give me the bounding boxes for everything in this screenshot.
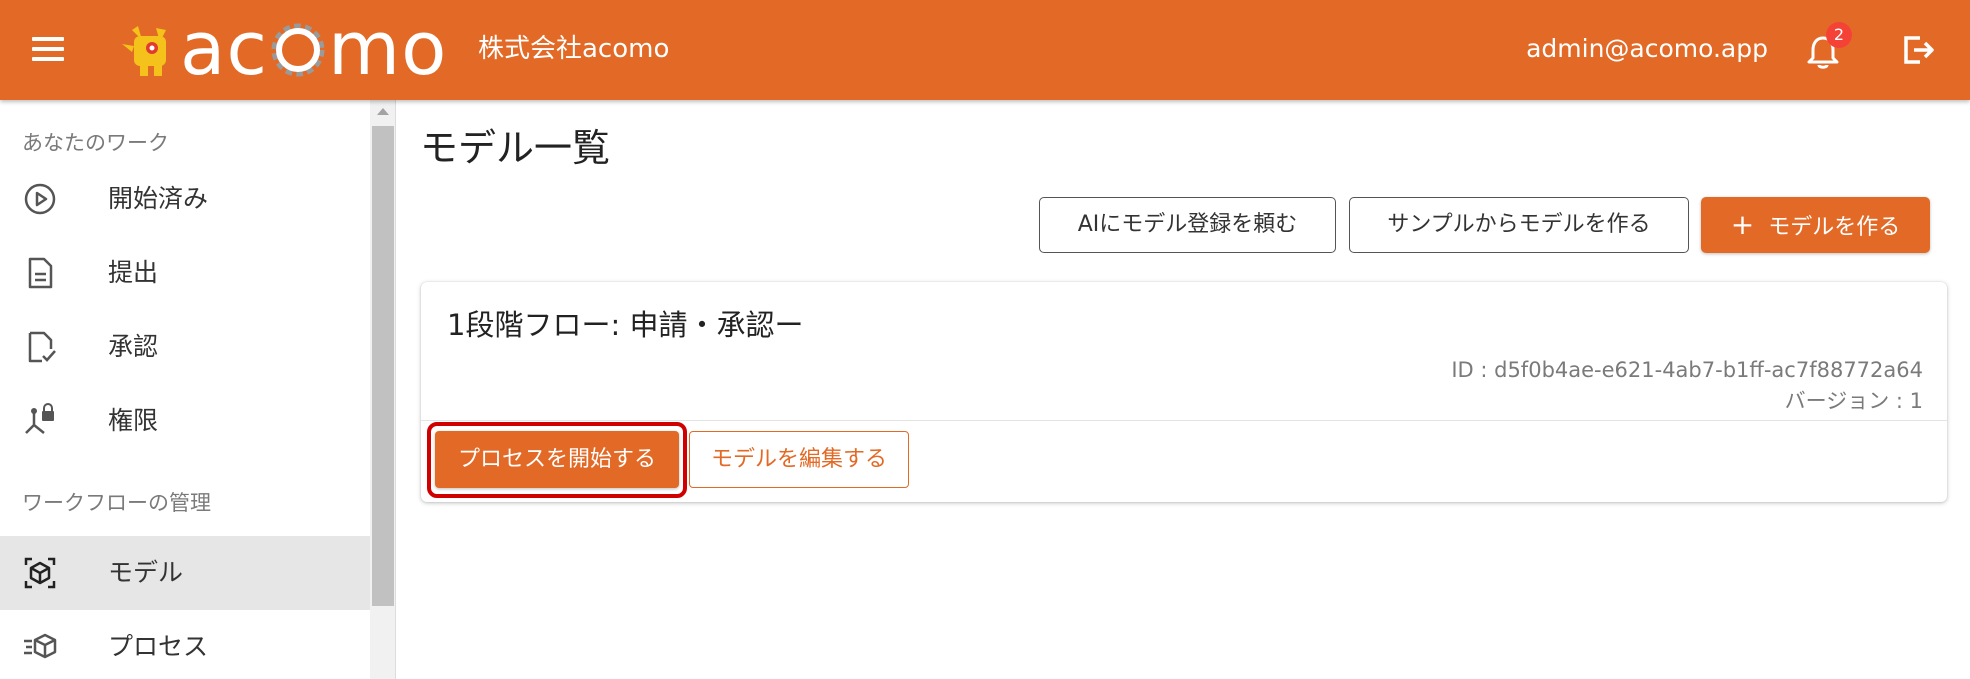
model-card-title: 1段階フロー: 申請・承認ー xyxy=(447,308,804,342)
logout-icon[interactable] xyxy=(1900,32,1936,68)
sidebar-item-started[interactable]: 開始済み xyxy=(0,162,370,236)
gear-logo-icon xyxy=(271,23,325,77)
edit-model-button[interactable]: モデルを編集する xyxy=(689,431,909,488)
logo-text-start: ac xyxy=(180,6,269,92)
sidebar-section-work: あなたのワーク xyxy=(22,131,169,155)
sidebar-item-permission[interactable]: 権限 xyxy=(0,384,370,458)
app-logo[interactable]: ac mo xyxy=(180,4,447,94)
sidebar-item-approval[interactable]: 承認 xyxy=(0,310,370,384)
sidebar: あなたのワーク 開始済み 提出 承認 権限 ワークフローの管理 モデル プロセス xyxy=(0,100,370,679)
company-name: 株式会社acomo xyxy=(478,34,670,64)
permission-lock-icon xyxy=(25,403,54,434)
model-version: バージョン : 1 xyxy=(1784,389,1923,413)
model-cube-icon xyxy=(24,557,56,589)
sidebar-item-label: 提出 xyxy=(108,258,159,287)
sidebar-item-label: プロセス xyxy=(108,632,209,661)
app-header: ac mo 株式会社acomo admin@acomo.app 2 xyxy=(0,0,1970,100)
plus-icon: + xyxy=(1730,208,1755,241)
start-process-button[interactable]: プロセスを開始する xyxy=(435,431,679,488)
sidebar-item-process[interactable]: プロセス xyxy=(0,610,370,679)
sidebar-scrollbar[interactable] xyxy=(370,100,396,679)
document-icon xyxy=(28,257,53,289)
mascot-logo-icon xyxy=(122,26,166,76)
sidebar-item-label: 承認 xyxy=(108,332,159,361)
ai-register-model-button[interactable]: AIにモデル登録を頼む xyxy=(1039,197,1336,253)
sidebar-item-label: 権限 xyxy=(108,406,159,435)
create-from-sample-button[interactable]: サンプルからモデルを作る xyxy=(1349,197,1689,253)
sidebar-item-label: 開始済み xyxy=(108,184,209,213)
sidebar-item-submit[interactable]: 提出 xyxy=(0,236,370,310)
document-check-icon xyxy=(28,331,56,363)
page-title: モデル一覧 xyxy=(420,126,611,170)
sidebar-section-workflow: ワークフローの管理 xyxy=(22,491,211,515)
create-model-label: モデルを作る xyxy=(1768,215,1901,240)
process-cube-icon xyxy=(24,633,57,659)
sidebar-item-model[interactable]: モデル xyxy=(0,536,370,610)
scrollbar-thumb[interactable] xyxy=(372,126,394,606)
scroll-up-arrow-icon[interactable] xyxy=(377,108,389,115)
card-divider xyxy=(421,420,1947,421)
logo-text-end: mo xyxy=(328,6,448,92)
sidebar-item-label: モデル xyxy=(108,558,184,587)
model-card: 1段階フロー: 申請・承認ー ID : d5f0b4ae-e621-4ab7-b… xyxy=(421,282,1947,502)
play-circle-icon xyxy=(24,183,56,215)
menu-icon[interactable] xyxy=(32,37,64,63)
user-email[interactable]: admin@acomo.app xyxy=(1526,31,1768,67)
model-id: ID : d5f0b4ae-e621-4ab7-b1ff-ac7f88772a6… xyxy=(1451,358,1923,382)
notification-badge: 2 xyxy=(1826,22,1852,48)
create-model-button[interactable]: + モデルを作る xyxy=(1701,197,1930,253)
